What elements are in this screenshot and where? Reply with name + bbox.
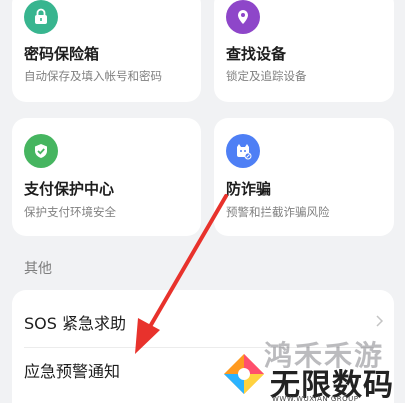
watermark-sub-text: WWW.WUXIAN GROUP (272, 395, 359, 403)
shield-check-icon (24, 134, 58, 168)
card-title: 查找设备 (226, 45, 287, 63)
card-subtitle: 自动保存及填入帐号和密码 (24, 69, 162, 83)
card-subtitle: 保护支付环境安全 (24, 205, 116, 219)
alert-label: 应急预警通知 (24, 362, 121, 381)
card-title: 支付保护中心 (24, 180, 115, 198)
watermark-logo-icon (224, 354, 264, 394)
card-title: 密码保险箱 (24, 45, 100, 63)
card-subtitle: 预警和拦截诈骗风险 (226, 205, 330, 219)
sos-label: SOS 紧急求助 (24, 314, 126, 333)
location-pin-icon (226, 0, 260, 34)
anti-fraud-card[interactable]: 防诈骗 预警和拦截诈骗风险 (214, 118, 394, 236)
find-device-card[interactable]: 查找设备 锁定及追踪设备 (214, 0, 394, 102)
watermark: 鸿禾禾游 无限数码 WWW.WUXIAN GROUP (220, 330, 405, 403)
payment-protection-card[interactable]: 支付保护中心 保护支付环境安全 (12, 118, 201, 236)
lock-icon (24, 0, 58, 34)
chevron-right-icon (376, 315, 384, 327)
card-subtitle: 锁定及追踪设备 (226, 69, 307, 83)
card-title: 防诈骗 (226, 180, 272, 198)
password-vault-card[interactable]: 密码保险箱 自动保存及填入帐号和密码 (12, 0, 201, 102)
anti-fraud-icon (226, 134, 260, 168)
section-label-other: 其他 (24, 261, 52, 277)
